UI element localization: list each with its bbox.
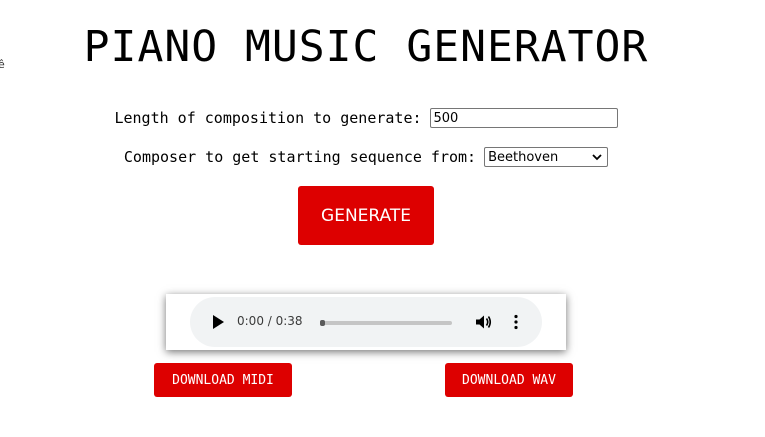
time-display: 0:00 / 0:38: [237, 314, 303, 328]
progress-thumb[interactable]: [320, 320, 325, 326]
composer-select[interactable]: Beethoven: [484, 147, 609, 167]
audio-player: 0:00 / 0:38: [190, 297, 542, 347]
download-wav-button[interactable]: DOWNLOAD WAV: [445, 363, 573, 397]
audio-player-card: 0:00 / 0:38: [166, 294, 566, 350]
progress-bar[interactable]: [320, 320, 452, 326]
download-midi-button[interactable]: DOWNLOAD MIDI: [154, 363, 292, 397]
composer-label: Composer to get starting sequence from:: [123, 148, 477, 166]
composer-selected-value: Beethoven: [488, 149, 559, 165]
volume-icon[interactable]: [474, 313, 492, 331]
generate-button[interactable]: GENERATE: [298, 186, 434, 245]
more-options-icon[interactable]: [510, 314, 522, 330]
page-title: PIANO MUSIC GENERATOR: [83, 22, 649, 72]
length-input[interactable]: [429, 108, 618, 128]
chevron-down-icon: [592, 154, 602, 161]
composer-row: Composer to get starting sequence from: …: [0, 147, 732, 167]
length-row: Length of composition to generate:: [0, 108, 732, 128]
length-label: Length of composition to generate:: [114, 109, 422, 127]
play-icon[interactable]: [210, 314, 226, 330]
